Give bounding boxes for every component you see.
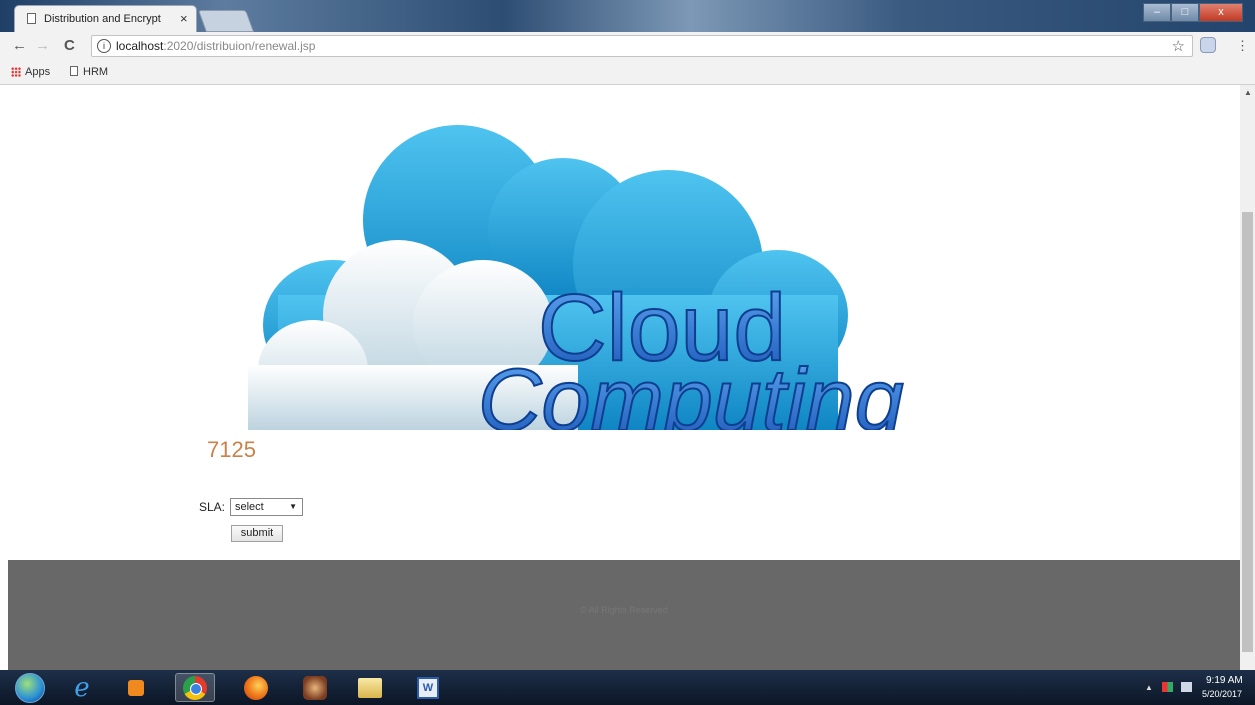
system-tray: ▲ 9:19 AM 5/20/2017 (1135, 670, 1255, 705)
page-icon (70, 66, 78, 76)
network-icon[interactable] (1181, 682, 1192, 692)
start-orb-icon (15, 672, 45, 703)
back-icon[interactable]: ← (12, 37, 27, 54)
browser-tab[interactable]: Distribution and Encrypt × (14, 5, 197, 32)
firefox-icon (244, 675, 268, 700)
forward-icon[interactable]: → (35, 37, 50, 54)
chrome-icon (183, 675, 207, 700)
cloud-computing-banner: Cloud Computing (238, 115, 998, 430)
app-icon (303, 675, 327, 700)
submit-button[interactable]: submit (231, 525, 283, 542)
maximize-button[interactable]: □ (1171, 3, 1199, 22)
footer-text: © All Rights Reserved (580, 605, 668, 615)
show-hidden-icons-icon[interactable]: ▲ (1145, 683, 1153, 692)
bookmark-apps[interactable]: Apps (25, 66, 50, 78)
url-input[interactable]: i localhost:2020/distribuion/renewal.jsp… (91, 35, 1193, 57)
sla-label: SLA: (199, 500, 226, 514)
window-controls: – □ x (1143, 3, 1243, 22)
sla-select[interactable]: select ▼ (230, 498, 303, 516)
taskbar-chrome[interactable] (175, 673, 215, 702)
url-host: localhost (116, 39, 164, 53)
taskbar-explorer[interactable] (350, 673, 390, 702)
menu-icon[interactable]: ⋮ (1236, 38, 1249, 54)
scroll-thumb[interactable] (1242, 212, 1253, 652)
address-toolbar: ← → C i localhost:2020/distribuion/renew… (0, 32, 1255, 61)
taskbar-word[interactable]: W (408, 673, 448, 702)
extension-icon[interactable] (1200, 37, 1216, 53)
reload-icon[interactable]: C (64, 37, 75, 54)
taskbar-app[interactable] (295, 673, 335, 702)
clock-date[interactable]: 5/20/2017 (1202, 689, 1242, 699)
chevron-down-icon: ▼ (289, 502, 297, 511)
start-button[interactable] (10, 672, 50, 703)
star-icon[interactable]: ☆ (1172, 37, 1185, 55)
url-path: :2020/distribuion/renewal.jsp (163, 39, 316, 53)
windows-taskbar: e W ▲ 9:19 AM 5/20/2017 (0, 670, 1255, 705)
bookmarks-bar: Apps HRM (0, 61, 1255, 85)
taskbar-media-player[interactable] (116, 673, 156, 702)
info-icon[interactable]: i (97, 39, 111, 53)
scroll-up-icon[interactable]: ▲ (1244, 88, 1252, 97)
taskbar-firefox[interactable] (236, 673, 276, 702)
url-text: localhost:2020/distribuion/renewal.jsp (116, 39, 315, 53)
banner-line-2: Computing (478, 350, 904, 430)
tab-title: Distribution and Encrypt (44, 13, 161, 25)
browser-titlebar: Distribution and Encrypt × – □ x (0, 0, 1255, 32)
clock-time[interactable]: 9:19 AM (1206, 675, 1243, 686)
taskbar-ie[interactable]: e (62, 672, 102, 703)
bookmark-hrm[interactable]: HRM (83, 66, 108, 78)
minimize-button[interactable]: – (1143, 3, 1171, 22)
new-tab-button[interactable] (197, 10, 255, 32)
apps-grid-icon[interactable] (11, 67, 21, 77)
file-explorer-icon (358, 677, 382, 698)
action-center-flag-icon[interactable] (1162, 682, 1173, 692)
media-player-icon (128, 679, 144, 696)
footer: © All Rights Reserved (8, 560, 1240, 670)
tab-close-icon[interactable]: × (180, 11, 188, 26)
page-content: Cloud Computing 7125 SLA: select ▼ submi… (0, 85, 1240, 670)
close-button[interactable]: x (1199, 3, 1243, 22)
page-icon (27, 13, 36, 24)
word-icon: W (417, 676, 439, 699)
count-value: 7125 (207, 437, 256, 462)
vertical-scrollbar[interactable]: ▲ (1240, 85, 1255, 670)
internet-explorer-icon: e (74, 672, 90, 703)
sla-selected-value: select (235, 501, 264, 513)
